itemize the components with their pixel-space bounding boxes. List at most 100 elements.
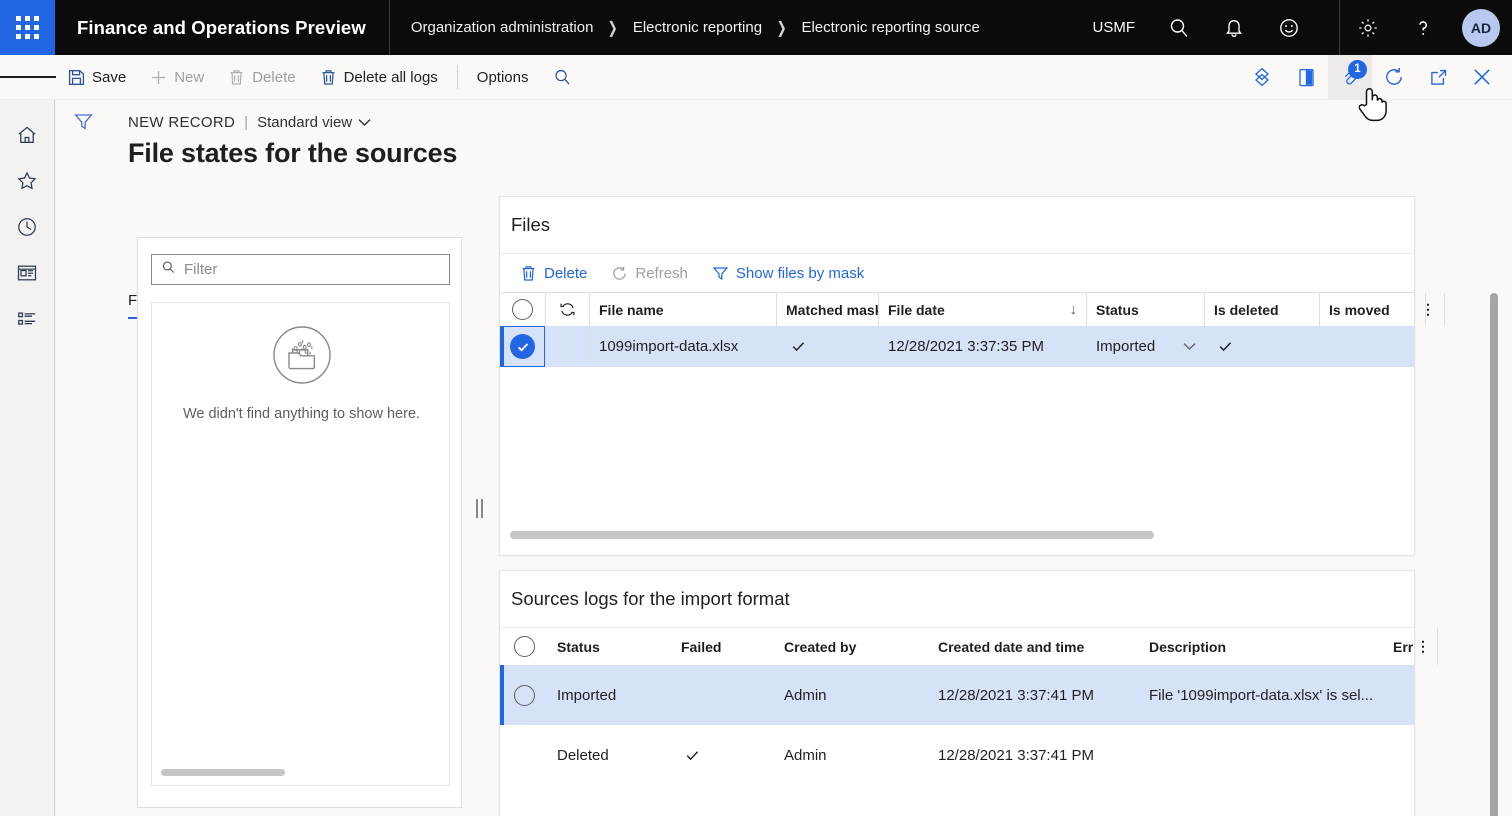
files-refresh-button[interactable]: Refresh: [601, 257, 698, 289]
logs-grid-more-options-icon[interactable]: ⋮: [1421, 628, 1438, 665]
search-icon[interactable]: [541, 68, 588, 87]
breadcrumb-item-2[interactable]: Electronic reporting source: [801, 19, 979, 36]
cell-log-error[interactable]: [1393, 725, 1414, 785]
cell-log-created-by[interactable]: Admin: [775, 665, 929, 725]
toolbar-divider: [457, 65, 458, 89]
favorites-star-icon[interactable]: [0, 158, 55, 204]
files-column-is-deleted[interactable]: Is deleted: [1205, 293, 1320, 326]
navigation-menu-icon[interactable]: [0, 55, 56, 100]
avatar[interactable]: AD: [1450, 0, 1512, 55]
cell-log-created-by[interactable]: Admin: [775, 725, 929, 785]
files-column-file-date-label: File date: [888, 302, 945, 318]
popout-icon[interactable]: [1416, 55, 1460, 100]
workspaces-icon[interactable]: [0, 250, 55, 296]
cell-matched-mask[interactable]: [777, 326, 879, 367]
options-button-label: Options: [477, 69, 529, 86]
table-row[interactable]: Imported Admin 12/28/2021 3:37:41 PM Fil…: [500, 665, 1414, 725]
cell-log-created-date[interactable]: 12/28/2021 3:37:41 PM: [929, 665, 1140, 725]
caption-separator: |: [244, 114, 248, 131]
show-files-by-mask-label: Show files by mask: [736, 265, 864, 282]
files-grid-horizontal-scrollbar[interactable]: [510, 531, 1154, 539]
filter-input[interactable]: Filter: [151, 254, 450, 285]
attachments-count-badge: 1: [1348, 60, 1367, 79]
company-selector[interactable]: USMF: [1077, 19, 1152, 36]
filter-funnel-icon[interactable]: [56, 100, 111, 142]
record-caption-row: NEW RECORD | Standard view: [128, 114, 457, 131]
logs-column-failed[interactable]: Failed: [672, 628, 775, 665]
refresh-icon[interactable]: [1372, 55, 1416, 100]
modules-list-icon[interactable]: [0, 296, 55, 342]
cell-status[interactable]: Imported: [1087, 326, 1205, 367]
cell-is-deleted[interactable]: [1205, 326, 1320, 367]
cell-log-failed[interactable]: [672, 725, 775, 785]
action-pane-toolbar: Save New Delete: [0, 55, 1512, 100]
view-selector[interactable]: Standard view: [257, 114, 371, 131]
chevron-down-icon[interactable]: [1183, 342, 1196, 351]
delete-all-logs-button[interactable]: Delete all logs: [308, 55, 450, 100]
feedback-smiley-icon[interactable]: [1261, 0, 1316, 55]
files-column-file-date[interactable]: File date ↓: [879, 293, 1087, 326]
notifications-bell-icon[interactable]: [1206, 0, 1261, 55]
office-app-icon[interactable]: [1284, 55, 1328, 100]
action-pane-right-group: 1: [1240, 55, 1512, 100]
files-delete-button[interactable]: Delete: [510, 257, 597, 289]
panel-splitter[interactable]: [470, 200, 488, 816]
logs-select-all-circle-icon[interactable]: [500, 628, 548, 665]
table-row[interactable]: Deleted Admin 12/28/2021 3:37:41 PM: [500, 725, 1414, 785]
cell-log-description[interactable]: [1140, 725, 1393, 785]
check-icon: [1218, 339, 1233, 354]
cell-log-created-date[interactable]: 12/28/2021 3:37:41 PM: [929, 725, 1140, 785]
logs-column-error[interactable]: Err: [1393, 628, 1421, 665]
options-button[interactable]: Options: [465, 55, 541, 100]
top-navigation-right-group: USMF: [1077, 0, 1512, 55]
power-bi-icon[interactable]: [1240, 55, 1284, 100]
new-button-label: New: [174, 69, 204, 86]
logs-column-created-date[interactable]: Created date and time: [929, 628, 1140, 665]
help-question-icon[interactable]: [1395, 0, 1450, 55]
row-refresh-icon[interactable]: [546, 293, 590, 326]
app-launcher-icon[interactable]: [0, 0, 55, 55]
attachments-icon[interactable]: 1: [1328, 55, 1372, 100]
row-select-radio[interactable]: [500, 725, 548, 785]
table-row[interactable]: 1099import-data.xlsx 12/28/2021 3:37:35 …: [500, 326, 1414, 367]
cell-log-status[interactable]: Imported: [548, 665, 672, 725]
cell-log-status[interactable]: Deleted: [548, 725, 672, 785]
delete-button[interactable]: Delete: [216, 55, 307, 100]
new-button[interactable]: New: [138, 55, 216, 100]
search-icon[interactable]: [1151, 0, 1206, 55]
save-button[interactable]: Save: [56, 55, 138, 100]
product-title: Finance and Operations Preview: [55, 17, 366, 39]
cell-log-description[interactable]: File '1099import-data.xlsx' is sel...: [1140, 665, 1393, 725]
recent-clock-icon[interactable]: [0, 204, 55, 250]
record-status-caption: NEW RECORD: [128, 114, 235, 131]
cell-file-name[interactable]: 1099import-data.xlsx: [590, 326, 777, 367]
plus-icon: [150, 69, 167, 86]
files-column-matched-mask[interactable]: Matched mask: [777, 293, 879, 326]
files-grid-more-options-icon[interactable]: ⋮: [1426, 293, 1445, 326]
page-vertical-scrollbar[interactable]: [1490, 293, 1498, 816]
logs-column-status[interactable]: Status: [548, 628, 672, 665]
source-panel-horizontal-scrollbar[interactable]: [161, 769, 285, 776]
row-select-checkbox[interactable]: [500, 326, 546, 367]
logs-column-description[interactable]: Description: [1140, 628, 1393, 665]
files-delete-label: Delete: [544, 265, 587, 282]
cell-file-date[interactable]: 12/28/2021 3:37:35 PM: [879, 326, 1087, 367]
files-column-status[interactable]: Status: [1087, 293, 1205, 326]
close-icon[interactable]: [1460, 55, 1504, 100]
cell-is-moved[interactable]: [1320, 326, 1426, 367]
select-all-circle-icon[interactable]: [500, 293, 546, 326]
breadcrumb-item-1[interactable]: Electronic reporting: [633, 19, 762, 36]
files-section: Files Delete: [499, 196, 1415, 556]
files-column-file-name[interactable]: File name: [590, 293, 777, 326]
show-files-by-mask-button[interactable]: Show files by mask: [702, 257, 874, 289]
home-icon[interactable]: [0, 112, 55, 158]
breadcrumb-item-0[interactable]: Organization administration: [411, 19, 594, 36]
cell-log-error[interactable]: [1393, 665, 1414, 725]
settings-gear-icon[interactable]: [1340, 0, 1395, 55]
sort-descending-icon: ↓: [1070, 301, 1078, 318]
files-column-is-moved[interactable]: Is moved: [1320, 293, 1426, 326]
logs-column-created-by[interactable]: Created by: [775, 628, 929, 665]
cell-log-failed[interactable]: [672, 665, 775, 725]
row-select-radio[interactable]: [500, 665, 548, 725]
page-header: NEW RECORD | Standard view File states f…: [128, 114, 457, 169]
